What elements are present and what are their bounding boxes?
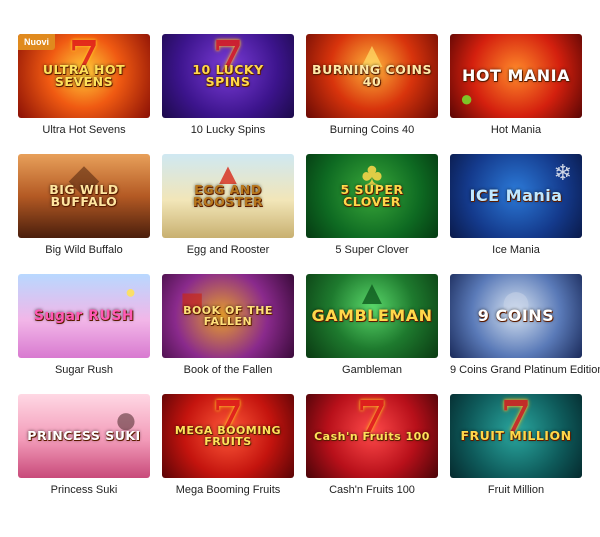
game-card[interactable]: ● HOT MANIA Hot Mania [450, 34, 582, 154]
game-card[interactable]: ● PRINCESS SUKI Princess Suki [18, 394, 150, 514]
game-title[interactable]: Hot Mania [450, 124, 582, 144]
game-card[interactable]: ● 9 COINS 9 Coins Grand Platinum Edition [450, 274, 600, 394]
game-title[interactable]: Cash'n Fruits 100 [306, 484, 438, 504]
game-thumbnail[interactable]: 7 ULTRA HOT SEVENS Nuovi [18, 34, 150, 118]
game-title[interactable]: Egg and Rooster [162, 244, 294, 264]
game-logo: HOT MANIA [461, 66, 570, 85]
game-card[interactable]: 7 Cash'n Fruits 100 Cash'n Fruits 100 [306, 394, 438, 514]
game-thumbnail[interactable]: 7 10 LUCKY SPINS [162, 34, 294, 118]
game-logo: BURNING COINS 40 [312, 61, 432, 89]
game-logo: Sugar RUSH [33, 308, 135, 324]
game-title[interactable]: Burning Coins 40 [306, 124, 438, 144]
game-thumbnail[interactable]: ■ BOOK OF THE FALLEN [162, 274, 294, 358]
game-thumbnail[interactable]: ◆ BIG WILD BUFFALO [18, 154, 150, 238]
game-logo: 10 LUCKY SPINS [192, 61, 264, 89]
game-title[interactable]: Book of the Fallen [162, 364, 294, 384]
game-logo: ICE Mania [469, 186, 563, 205]
game-card[interactable]: ◆ BIG WILD BUFFALO Big Wild Buffalo [18, 154, 150, 274]
game-card[interactable]: 7 MEGA BOOMING FRUITS Mega Booming Fruits [162, 394, 294, 514]
game-card[interactable]: 7 ULTRA HOT SEVENS Nuovi Ultra Hot Sevens [18, 34, 150, 154]
game-logo: MEGA BOOMING FRUITS [174, 424, 282, 448]
game-thumbnail[interactable]: ● PRINCESS SUKI [18, 394, 150, 478]
game-thumbnail[interactable]: ▲ GAMBLEMAN [306, 274, 438, 358]
game-logo: GAMBLEMAN [311, 306, 433, 325]
game-logo: PRINCESS SUKI [27, 427, 141, 443]
game-card[interactable]: ▲ GAMBLEMAN Gambleman [306, 274, 438, 394]
game-card[interactable]: ♣ 5 SUPER CLOVER 5 Super Clover [306, 154, 438, 274]
game-card[interactable]: ● Sugar RUSH Sugar Rush [18, 274, 150, 394]
game-card[interactable]: ❄ ICE Mania Ice Mania [450, 154, 582, 274]
game-logo: FRUIT MILLION [460, 427, 572, 443]
game-logo: ULTRA HOT SEVENS [42, 61, 126, 89]
game-title[interactable]: Princess Suki [18, 484, 150, 504]
game-title[interactable]: 5 Super Clover [306, 244, 438, 264]
game-thumbnail[interactable]: 7 FRUIT MILLION [450, 394, 582, 478]
game-title[interactable]: Ice Mania [450, 244, 582, 264]
game-title[interactable]: Big Wild Buffalo [18, 244, 150, 264]
game-thumbnail[interactable]: ● 9 COINS [450, 274, 582, 358]
games-grid: 7 ULTRA HOT SEVENS Nuovi Ultra Hot Sevens 7 1… [18, 34, 600, 514]
game-thumbnail[interactable]: ♣ 5 SUPER CLOVER [306, 154, 438, 238]
game-thumbnail[interactable]: ● Sugar RUSH [18, 274, 150, 358]
game-logo: BIG WILD BUFFALO [49, 181, 119, 209]
game-thumbnail[interactable]: ❄ ICE Mania [450, 154, 582, 238]
game-title[interactable]: Gambleman [306, 364, 438, 384]
game-card[interactable]: ■ BOOK OF THE FALLEN Book of the Fallen [162, 274, 294, 394]
game-logo: EGG AND ROOSTER [192, 181, 264, 209]
game-thumbnail[interactable]: 7 Cash'n Fruits 100 [306, 394, 438, 478]
game-logo: Cash'n Fruits 100 [314, 429, 430, 443]
game-title[interactable]: Ultra Hot Sevens [18, 124, 150, 144]
game-thumbnail[interactable]: ● HOT MANIA [450, 34, 582, 118]
game-title[interactable]: Sugar Rush [18, 364, 150, 384]
game-thumbnail[interactable]: ▲ BURNING COINS 40 [306, 34, 438, 118]
game-title[interactable]: 9 Coins Grand Platinum Edition [450, 364, 600, 384]
game-logo: 5 SUPER CLOVER [340, 181, 404, 209]
game-title[interactable]: 10 Lucky Spins [162, 124, 294, 144]
game-card[interactable]: 7 FRUIT MILLION Fruit Million [450, 394, 582, 514]
new-badge: Nuovi [18, 34, 56, 50]
game-thumbnail[interactable]: 7 MEGA BOOMING FRUITS [162, 394, 294, 478]
game-card[interactable]: ▲ EGG AND ROOSTER Egg and Rooster [162, 154, 294, 274]
game-card[interactable]: ▲ BURNING COINS 40 Burning Coins 40 [306, 34, 438, 154]
game-logo: 9 COINS [477, 306, 555, 325]
game-title[interactable]: Mega Booming Fruits [162, 484, 294, 504]
game-thumbnail[interactable]: ▲ EGG AND ROOSTER [162, 154, 294, 238]
game-logo: BOOK OF THE FALLEN [183, 304, 273, 328]
game-title[interactable]: Fruit Million [450, 484, 582, 504]
game-card[interactable]: 7 10 LUCKY SPINS 10 Lucky Spins [162, 34, 294, 154]
